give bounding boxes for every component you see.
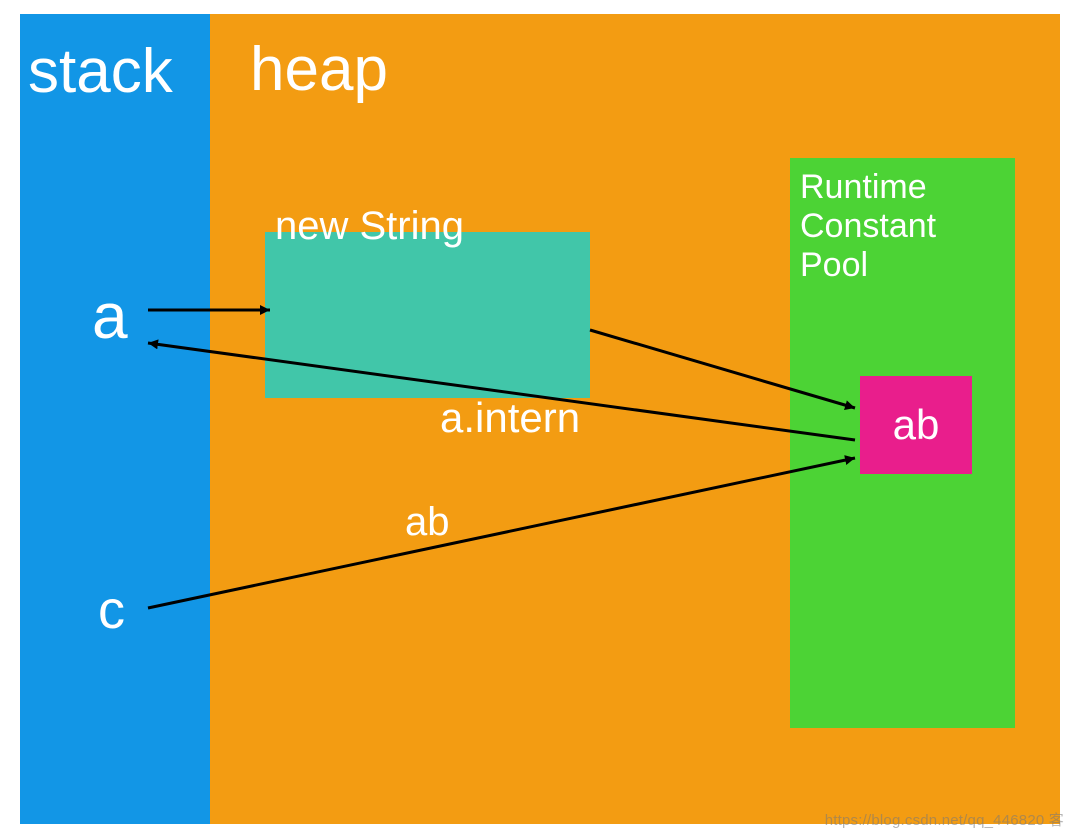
string-object-value: ab (405, 500, 450, 545)
stack-title: stack (28, 36, 173, 107)
stack-region: stack a c (20, 14, 210, 824)
heap-region: heap ab new String a.intern Runtime Cons… (210, 14, 1060, 824)
constant-pool-entry: ab (860, 376, 972, 474)
watermark-text: https://blog.csdn.net/qq_446820 客 (825, 809, 1064, 830)
constant-pool-title: Runtime Constant Pool (800, 168, 936, 285)
heap-title: heap (250, 34, 388, 105)
string-object-label: new String (275, 204, 464, 249)
string-object-box: ab (265, 232, 590, 398)
diagram-canvas: stack a c heap ab new String a.intern Ru… (0, 0, 1080, 836)
runtime-constant-pool: Runtime Constant Pool ab (790, 158, 1015, 728)
stack-var-a: a (92, 279, 128, 353)
stack-var-c: c (98, 579, 125, 641)
intern-call-label: a.intern (440, 394, 580, 442)
pool-entry-value: ab (893, 401, 940, 449)
